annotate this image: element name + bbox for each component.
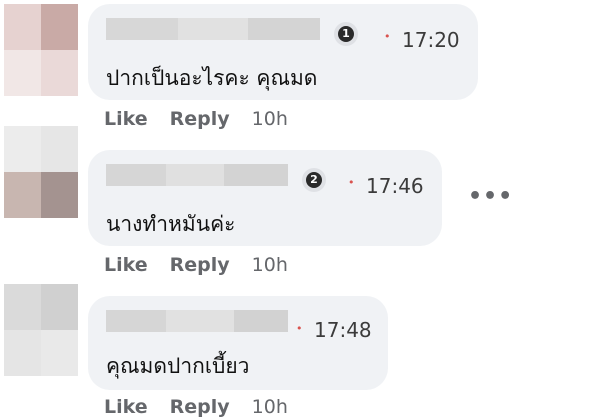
comment-bubble: • 17:48 คุณมดปากเบี้ยว xyxy=(88,296,388,390)
like-button[interactable]: Like xyxy=(104,254,148,276)
comment-age[interactable]: 10h xyxy=(252,254,288,276)
time-separator-dot: • xyxy=(384,30,391,43)
comment-age[interactable]: 10h xyxy=(252,396,288,418)
badge-icon: 1 xyxy=(334,22,358,46)
comment-text: คุณมดปากเบี้ยว xyxy=(106,354,250,378)
comment-time: 17:46 xyxy=(366,174,424,198)
avatar[interactable] xyxy=(4,4,78,96)
comment: • 17:48 คุณมดปากเบี้ยว Like Reply 10h xyxy=(0,280,600,420)
comment-age[interactable]: 10h xyxy=(252,108,288,130)
comment: 1 • 17:20 ปากเป็นอะไรคะ คุณมด Like Reply… xyxy=(0,0,600,140)
comment-actions: Like Reply 10h xyxy=(104,108,288,130)
comment-time: 17:20 xyxy=(402,28,460,52)
comment: 2 • 17:46 นางทำหมันค่ะ ••• Like Reply 10… xyxy=(0,126,600,280)
comment-bubble: 1 • 17:20 ปากเป็นอะไรคะ คุณมด xyxy=(88,4,478,100)
avatar[interactable] xyxy=(4,126,78,218)
avatar[interactable] xyxy=(4,284,78,376)
like-button[interactable]: Like xyxy=(104,396,148,418)
reply-button[interactable]: Reply xyxy=(170,108,230,130)
reply-button[interactable]: Reply xyxy=(170,396,230,418)
like-button[interactable]: Like xyxy=(104,108,148,130)
comment-time: 17:48 xyxy=(314,318,372,342)
author-name-blurred[interactable] xyxy=(106,310,288,332)
comment-bubble: 2 • 17:46 นางทำหมันค่ะ xyxy=(88,150,442,246)
comment-text: นางทำหมันค่ะ xyxy=(106,212,236,236)
comment-actions: Like Reply 10h xyxy=(104,396,288,418)
author-name-blurred[interactable] xyxy=(106,164,288,186)
author-name-blurred[interactable] xyxy=(106,18,320,40)
comment-actions: Like Reply 10h xyxy=(104,254,288,276)
comment-text: ปากเป็นอะไรคะ คุณมด xyxy=(106,66,318,90)
time-separator-dot: • xyxy=(348,176,355,189)
reply-button[interactable]: Reply xyxy=(170,254,230,276)
more-options-icon[interactable]: ••• xyxy=(468,184,513,209)
badge-icon: 2 xyxy=(302,168,326,192)
time-separator-dot: • xyxy=(296,322,303,335)
